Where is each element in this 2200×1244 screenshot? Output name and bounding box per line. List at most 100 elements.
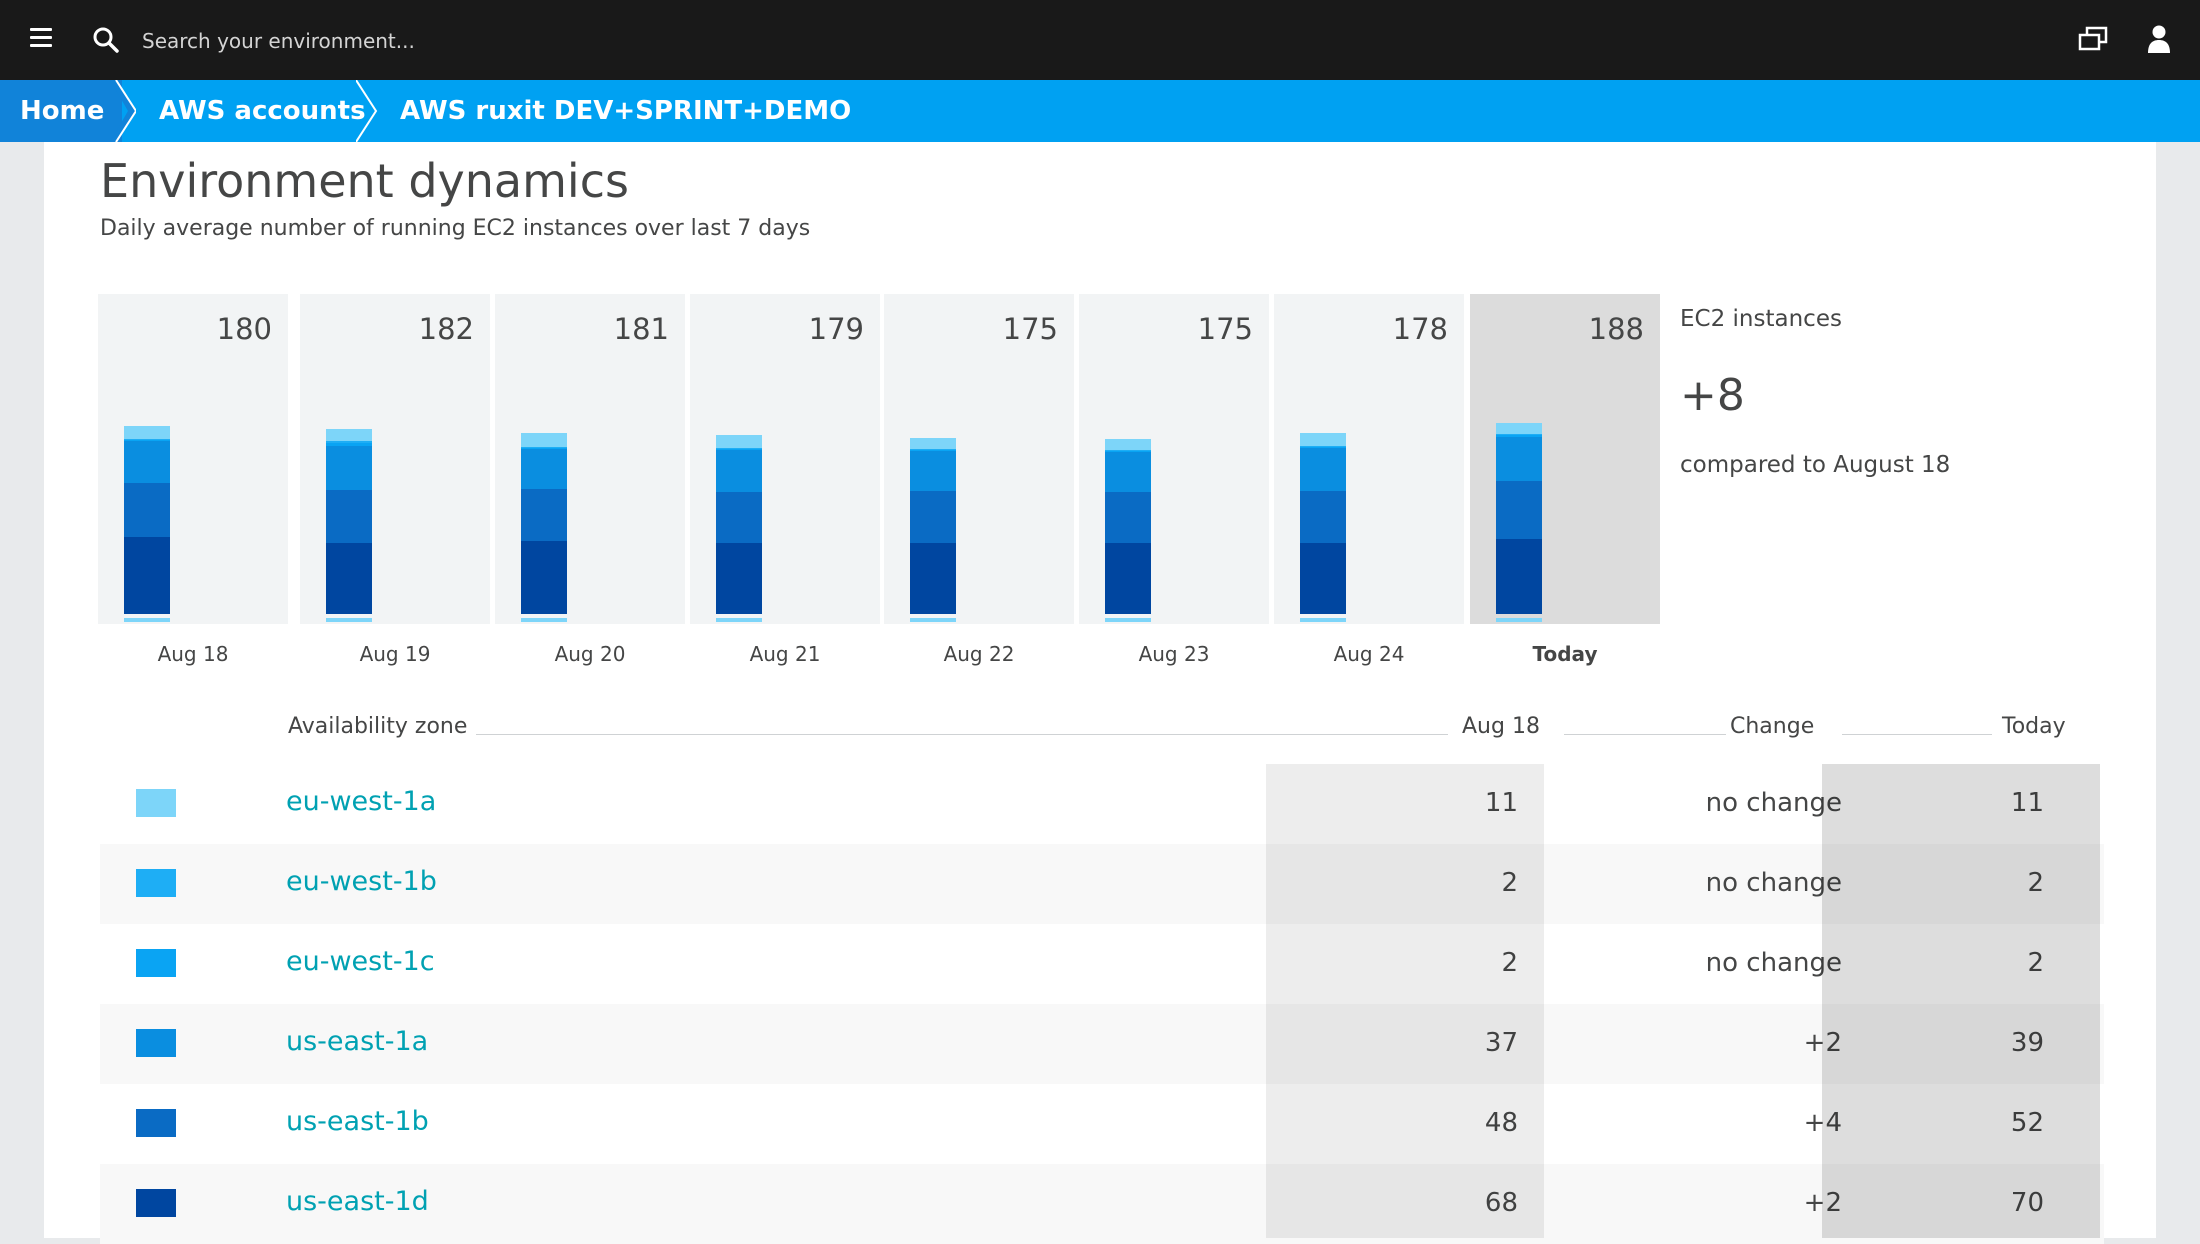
bar-segment-eu-west-1c (1105, 451, 1151, 453)
table-row: eu-west-1c 2 no change 2 (100, 924, 2104, 1004)
bar-segment-eu-west-1a (1300, 433, 1346, 446)
bar-segment-us-east-1a (1496, 436, 1542, 481)
chart-column[interactable]: 175 (884, 294, 1074, 624)
column-total: 182 (418, 312, 474, 346)
chart-column[interactable]: 182 (300, 294, 490, 624)
header-base: Aug 18 (1462, 714, 1540, 739)
header-today: Today (2002, 714, 2066, 739)
breadcrumb-aws-accounts[interactable]: AWS accounts (159, 80, 366, 142)
bar-baseline (716, 618, 762, 622)
zone-color-swatch (136, 949, 176, 977)
chart-column[interactable]: 178 (1274, 294, 1464, 624)
bar-segment-us-east-1a (521, 449, 567, 489)
bar-segment-us-east-1a (1300, 447, 1346, 491)
bar-segment-us-east-1b (521, 488, 567, 541)
x-tick-label: Aug 22 (943, 642, 1015, 666)
summary-label: EC2 instances (1680, 306, 1842, 332)
bar-segment-us-east-1b (326, 489, 372, 543)
menu-icon[interactable] (30, 28, 52, 48)
zone-link[interactable]: us-east-1b (286, 1106, 429, 1137)
zone-link[interactable]: us-east-1d (286, 1186, 429, 1217)
breadcrumb-separator-icon (110, 80, 136, 142)
environment-dynamics-card: Environment dynamics Daily average numbe… (44, 142, 2156, 1244)
bar-segment-us-east-1d (124, 537, 170, 614)
bar-segment-us-east-1b (124, 482, 170, 538)
bar-segment-eu-west-1b (1300, 445, 1346, 447)
zone-link[interactable]: eu-west-1b (286, 866, 437, 897)
bar-segment-us-east-1d (1105, 542, 1151, 614)
zone-color-swatch (136, 869, 176, 897)
chart-column[interactable]: 179 (690, 294, 880, 624)
bar-segment-eu-west-1b (326, 441, 372, 444)
bar-segment-eu-west-1b (716, 447, 762, 450)
summary-comparison: compared to August 18 (1680, 452, 1951, 478)
header-rule (1286, 734, 1448, 735)
bar-segment-eu-west-1b (1105, 450, 1151, 452)
column-total: 178 (1392, 312, 1448, 346)
table-row: eu-west-1b 2 no change 2 (100, 844, 2104, 924)
bar-segment-us-east-1d (910, 542, 956, 614)
bar-segment-us-east-1a (716, 450, 762, 492)
page-subtitle: Daily average number of running EC2 inst… (100, 216, 811, 241)
bar-baseline (521, 618, 567, 622)
bar-baseline (1496, 618, 1542, 622)
x-tick-label: Aug 18 (157, 642, 229, 666)
bar-segment-eu-west-1c (1496, 435, 1542, 437)
bar-segment-eu-west-1c (124, 440, 170, 442)
chart-column[interactable]: 175 (1079, 294, 1269, 624)
bar-baseline (1300, 618, 1346, 622)
x-tick-label: Aug 20 (554, 642, 626, 666)
user-icon[interactable] (2146, 24, 2172, 54)
header-rule (1842, 734, 1992, 735)
column-total: 181 (613, 312, 669, 346)
header-rule (476, 734, 1300, 735)
bar-segment-eu-west-1c (716, 449, 762, 451)
search-input[interactable] (140, 20, 844, 62)
bar-segment-us-east-1d (326, 542, 372, 614)
bar-baseline (124, 618, 170, 622)
x-tick-label: Today (1532, 642, 1598, 666)
zone-color-swatch (136, 789, 176, 817)
bar-segment-us-east-1b (716, 491, 762, 543)
breadcrumb-account: AWS ruxit DEV+SPRINT+DEMO (400, 96, 852, 126)
chart-column[interactable]: 181 (495, 294, 685, 624)
zone-link[interactable]: eu-west-1a (286, 786, 436, 817)
table-row: eu-west-1a 11 no change 11 (100, 764, 2104, 844)
bar-segment-eu-west-1c (521, 447, 567, 450)
header-zone: Availability zone (288, 714, 468, 739)
table-row: us-east-1b 48 +4 52 (100, 1084, 2104, 1164)
column-total: 180 (216, 312, 272, 346)
bar-segment-us-east-1b (910, 490, 956, 543)
bar-segment-eu-west-1b (910, 449, 956, 451)
windows-icon[interactable] (2078, 26, 2108, 52)
top-bar (0, 0, 2200, 80)
breadcrumb-home[interactable]: Home (0, 80, 122, 142)
bar-segment-us-east-1a (910, 451, 956, 491)
search-icon[interactable] (92, 26, 120, 54)
bar-segment-us-east-1a (124, 441, 170, 483)
table-row: us-east-1a 37 +2 39 (100, 1004, 2104, 1084)
zone-color-swatch (136, 1189, 176, 1217)
bar-segment-eu-west-1a (326, 428, 372, 442)
bar-segment-us-east-1d (716, 542, 762, 614)
zone-color-swatch (136, 1109, 176, 1137)
zone-link[interactable]: us-east-1a (286, 1026, 428, 1057)
x-tick-label: Aug 24 (1333, 642, 1405, 666)
header-rule (1564, 734, 1726, 735)
bar-segment-eu-west-1a (716, 435, 762, 448)
breadcrumb: Home AWS accounts AWS ruxit DEV+SPRINT+D… (0, 80, 2200, 142)
column-total: 175 (1002, 312, 1058, 346)
chart-column[interactable]: 180 (98, 294, 288, 624)
zone-link[interactable]: eu-west-1c (286, 946, 435, 977)
x-tick-label: Aug 19 (359, 642, 431, 666)
zone-color-swatch (136, 1029, 176, 1057)
bar-segment-us-east-1d (1300, 542, 1346, 614)
bar-segment-us-east-1d (521, 540, 567, 614)
breadcrumb-separator-icon (356, 80, 378, 142)
summary-value: +8 (1680, 370, 1745, 421)
bar-segment-eu-west-1a (910, 437, 956, 450)
table-row: us-east-1d 68 +2 70 (100, 1164, 2104, 1244)
bar-baseline (910, 618, 956, 622)
chart-column[interactable]: 188 (1470, 294, 1660, 624)
bar-segment-eu-west-1c (910, 450, 956, 452)
